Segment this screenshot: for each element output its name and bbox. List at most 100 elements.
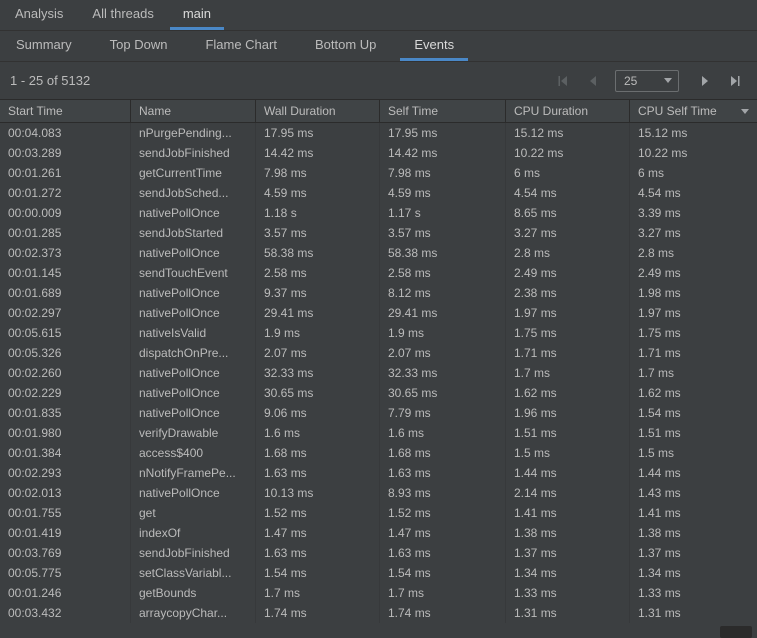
cell-start-time: 00:05.326: [0, 343, 131, 363]
table-row[interactable]: 00:01.980verifyDrawable1.6 ms1.6 ms1.51 …: [0, 423, 757, 443]
table-row[interactable]: 00:01.384access$4001.68 ms1.68 ms1.5 ms1…: [0, 443, 757, 463]
cell-self-time: 1.17 s: [380, 203, 506, 223]
cell-name: sendJobFinished: [131, 543, 256, 563]
column-header-name[interactable]: Name: [131, 100, 256, 122]
table-row[interactable]: 00:02.260nativePollOnce32.33 ms32.33 ms1…: [0, 363, 757, 383]
table-row[interactable]: 00:02.293nNotifyFramePe...1.63 ms1.63 ms…: [0, 463, 757, 483]
table-row[interactable]: 00:02.013nativePollOnce10.13 ms8.93 ms2.…: [0, 483, 757, 503]
sort-descending-icon: [741, 109, 749, 114]
cell-self-time: 1.6 ms: [380, 423, 506, 443]
table-row[interactable]: 00:01.272sendJobSched...4.59 ms4.59 ms4.…: [0, 183, 757, 203]
table-row[interactable]: 00:03.289sendJobFinished14.42 ms14.42 ms…: [0, 143, 757, 163]
cell-cpu-duration: 1.38 ms: [506, 523, 630, 543]
cell-wall-duration: 1.63 ms: [256, 463, 380, 483]
tab-all-threads[interactable]: All threads: [79, 0, 166, 30]
cell-cpu-self-time: 1.97 ms: [630, 303, 757, 323]
column-header-start-time[interactable]: Start Time: [0, 100, 131, 122]
cell-cpu-duration: 6 ms: [506, 163, 630, 183]
cell-cpu-self-time: 1.37 ms: [630, 543, 757, 563]
cell-cpu-duration: 4.54 ms: [506, 183, 630, 203]
cell-cpu-duration: 2.8 ms: [506, 243, 630, 263]
cell-start-time: 00:02.293: [0, 463, 131, 483]
first-page-icon[interactable]: [551, 69, 575, 93]
table-row[interactable]: 00:01.145sendTouchEvent2.58 ms2.58 ms2.4…: [0, 263, 757, 283]
cell-name: nativePollOnce: [131, 363, 256, 383]
table-row[interactable]: 00:01.755get1.52 ms1.52 ms1.41 ms1.41 ms: [0, 503, 757, 523]
table-row[interactable]: 00:05.775setClassVariabl...1.54 ms1.54 m…: [0, 563, 757, 583]
cell-cpu-duration: 15.12 ms: [506, 123, 630, 143]
horizontal-scrollbar-thumb[interactable]: [720, 626, 752, 638]
cell-cpu-duration: 1.31 ms: [506, 603, 630, 623]
tab-main[interactable]: main: [170, 0, 224, 30]
table-row[interactable]: 00:05.615nativeIsValid1.9 ms1.9 ms1.75 m…: [0, 323, 757, 343]
column-header-self-time[interactable]: Self Time: [380, 100, 506, 122]
table-row[interactable]: 00:01.689nativePollOnce9.37 ms8.12 ms2.3…: [0, 283, 757, 303]
cell-cpu-self-time: 1.38 ms: [630, 523, 757, 543]
tab-bottom-up[interactable]: Bottom Up: [301, 31, 390, 61]
cell-start-time: 00:01.246: [0, 583, 131, 603]
cell-cpu-self-time: 1.44 ms: [630, 463, 757, 483]
table-row[interactable]: 00:03.432arraycopyChar...1.74 ms1.74 ms1…: [0, 603, 757, 623]
cell-start-time: 00:03.432: [0, 603, 131, 623]
tab-top-down-label: Top Down: [110, 37, 168, 52]
tab-events[interactable]: Events: [400, 31, 468, 61]
cell-start-time: 00:00.009: [0, 203, 131, 223]
cell-self-time: 58.38 ms: [380, 243, 506, 263]
table-row[interactable]: 00:04.083nPurgePending...17.95 ms17.95 m…: [0, 123, 757, 143]
table-row[interactable]: 00:05.326dispatchOnPre...2.07 ms2.07 ms1…: [0, 343, 757, 363]
cell-cpu-duration: 1.7 ms: [506, 363, 630, 383]
table-row[interactable]: 00:02.373nativePollOnce58.38 ms58.38 ms2…: [0, 243, 757, 263]
cell-self-time: 7.98 ms: [380, 163, 506, 183]
column-header-cpu-duration[interactable]: CPU Duration: [506, 100, 630, 122]
cell-cpu-self-time: 1.43 ms: [630, 483, 757, 503]
table-row[interactable]: 00:01.835nativePollOnce9.06 ms7.79 ms1.9…: [0, 403, 757, 423]
cell-cpu-self-time: 1.31 ms: [630, 603, 757, 623]
table-row[interactable]: 00:01.285sendJobStarted3.57 ms3.57 ms3.2…: [0, 223, 757, 243]
cell-name: nativeIsValid: [131, 323, 256, 343]
cell-start-time: 00:01.419: [0, 523, 131, 543]
cell-start-time: 00:01.835: [0, 403, 131, 423]
events-table: Start Time NameWall DurationSelf Time CPU …: [0, 100, 757, 623]
tab-bottom-up-label: Bottom Up: [315, 37, 376, 52]
cell-name: get: [131, 503, 256, 523]
column-header-label: CPU Duration: [514, 104, 588, 118]
table-row[interactable]: 00:01.261getCurrentTime7.98 ms7.98 ms6 m…: [0, 163, 757, 183]
cell-name: nativePollOnce: [131, 403, 256, 423]
cell-start-time: 00:04.083: [0, 123, 131, 143]
cell-wall-duration: 1.74 ms: [256, 603, 380, 623]
page-size-dropdown[interactable]: 25: [615, 70, 679, 92]
cell-start-time: 00:03.289: [0, 143, 131, 163]
column-header-label: Start Time: [8, 104, 63, 118]
table-row[interactable]: 00:00.009nativePollOnce1.18 s1.17 s8.65 …: [0, 203, 757, 223]
tab-top-down[interactable]: Top Down: [96, 31, 182, 61]
tab-analysis[interactable]: Analysis: [2, 0, 76, 30]
pagination-bar: 1 - 25 of 5132 25: [0, 62, 757, 100]
tab-summary[interactable]: Summary: [2, 31, 86, 61]
table-body: 00:04.083nPurgePending...17.95 ms17.95 m…: [0, 123, 757, 623]
cell-cpu-self-time: 3.27 ms: [630, 223, 757, 243]
cell-name: sendJobStarted: [131, 223, 256, 243]
cell-cpu-duration: 1.71 ms: [506, 343, 630, 363]
column-header-label: CPU Self Time: [638, 104, 717, 118]
column-header-wall-duration[interactable]: Wall Duration: [256, 100, 380, 122]
cell-self-time: 17.95 ms: [380, 123, 506, 143]
cell-cpu-duration: 1.37 ms: [506, 543, 630, 563]
cell-wall-duration: 1.63 ms: [256, 543, 380, 563]
next-page-icon[interactable]: [693, 69, 717, 93]
tab-main-label: main: [183, 6, 211, 21]
view-tab-bar: Summary Top Down Flame Chart Bottom Up E…: [0, 31, 757, 62]
cell-cpu-duration: 1.44 ms: [506, 463, 630, 483]
cell-wall-duration: 1.68 ms: [256, 443, 380, 463]
table-row[interactable]: 00:02.229nativePollOnce30.65 ms30.65 ms1…: [0, 383, 757, 403]
last-page-icon[interactable]: [723, 69, 747, 93]
cell-wall-duration: 1.47 ms: [256, 523, 380, 543]
column-header-cpu-self-time[interactable]: CPU Self Time: [630, 100, 757, 122]
cell-cpu-self-time: 1.41 ms: [630, 503, 757, 523]
table-row[interactable]: 00:03.769sendJobFinished1.63 ms1.63 ms1.…: [0, 543, 757, 563]
table-row[interactable]: 00:02.297nativePollOnce29.41 ms29.41 ms1…: [0, 303, 757, 323]
table-row[interactable]: 00:01.246getBounds1.7 ms1.7 ms1.33 ms1.3…: [0, 583, 757, 603]
previous-page-icon[interactable]: [581, 69, 605, 93]
table-row[interactable]: 00:01.419indexOf1.47 ms1.47 ms1.38 ms1.3…: [0, 523, 757, 543]
tab-flame-chart[interactable]: Flame Chart: [191, 31, 291, 61]
cell-self-time: 1.9 ms: [380, 323, 506, 343]
